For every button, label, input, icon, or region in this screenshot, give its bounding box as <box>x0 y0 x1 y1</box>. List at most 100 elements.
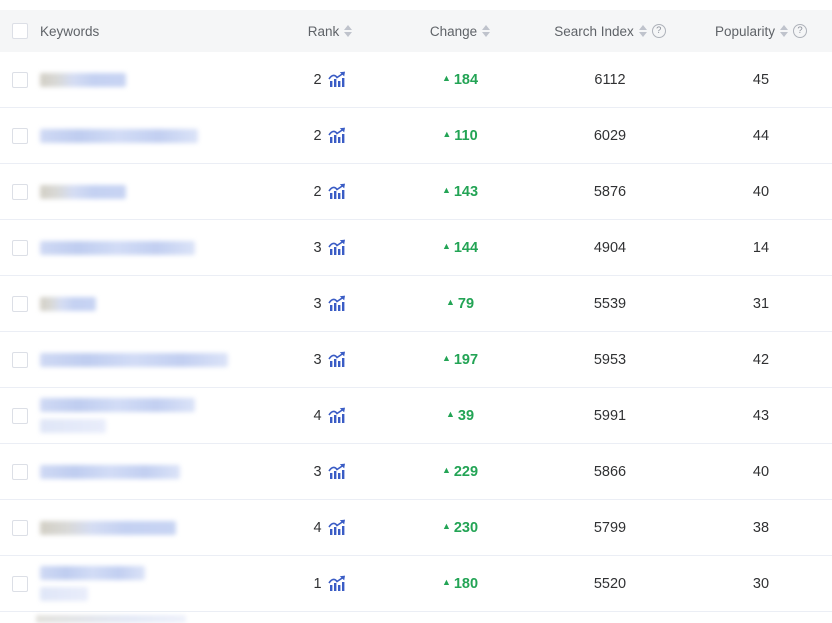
rank-value: 3 <box>313 240 321 256</box>
change-value: 143 <box>454 184 478 200</box>
keyword-redacted <box>40 465 180 479</box>
keywords-header-label: Keywords <box>40 24 99 39</box>
search-index-value: 4904 <box>594 240 626 256</box>
keyword-redacted <box>40 353 228 367</box>
change-up-arrow-icon: ▲ <box>442 578 451 587</box>
keyword-redacted-text <box>40 73 126 87</box>
change-up-arrow-icon: ▲ <box>442 242 451 251</box>
rank-header-label: Rank <box>308 24 340 39</box>
search-index-value: 5539 <box>594 296 626 312</box>
search-index-header-label: Search Index <box>554 24 634 39</box>
rank-value: 4 <box>313 520 321 536</box>
rank-value: 2 <box>313 128 321 144</box>
trend-chart-icon[interactable] <box>328 463 347 480</box>
keywords-table: Keywords Rank Change Search Index ? Popu… <box>0 0 832 623</box>
row-checkbox[interactable] <box>12 464 28 480</box>
change-value: 230 <box>454 520 478 536</box>
sort-icon[interactable] <box>639 25 647 37</box>
keyword-redacted-text <box>40 297 96 311</box>
sort-icon[interactable] <box>482 25 490 37</box>
table-row: 1 ▲ 180 5520 30 <box>0 556 832 612</box>
keyword-redacted-text <box>40 129 198 143</box>
popularity-value: 14 <box>753 240 769 256</box>
column-rank: Rank <box>270 24 390 39</box>
keyword-redacted <box>40 521 176 535</box>
table-row: 3 ▲ 197 5953 42 <box>0 332 832 388</box>
rank-value: 1 <box>313 576 321 592</box>
rank-value: 3 <box>313 464 321 480</box>
search-index-value: 5876 <box>594 184 626 200</box>
column-search-index: Search Index ? <box>530 24 690 39</box>
trend-chart-icon[interactable] <box>328 295 347 312</box>
change-value: 144 <box>454 240 478 256</box>
keyword-redacted <box>40 297 96 311</box>
row-checkbox[interactable] <box>12 352 28 368</box>
popularity-value: 43 <box>753 408 769 424</box>
keyword-redacted-text <box>40 587 88 601</box>
keyword-redacted <box>40 566 145 601</box>
change-value: 197 <box>454 352 478 368</box>
popularity-value: 38 <box>753 520 769 536</box>
row-checkbox[interactable] <box>12 240 28 256</box>
change-up-arrow-icon: ▲ <box>442 186 451 195</box>
search-index-value: 5991 <box>594 408 626 424</box>
search-index-value: 5799 <box>594 520 626 536</box>
table-row: 3 ▲ 79 5539 31 <box>0 276 832 332</box>
rank-value: 3 <box>313 296 321 312</box>
table-row: 3 ▲ 229 5866 40 <box>0 444 832 500</box>
trend-chart-icon[interactable] <box>328 407 347 424</box>
search-index-value: 6112 <box>594 72 625 88</box>
change-header-label: Change <box>430 24 477 39</box>
row-checkbox[interactable] <box>12 72 28 88</box>
row-checkbox[interactable] <box>12 128 28 144</box>
change-value: 180 <box>454 576 478 592</box>
row-checkbox[interactable] <box>12 576 28 592</box>
search-index-value: 5520 <box>594 576 626 592</box>
keyword-redacted <box>40 241 195 255</box>
column-change: Change <box>390 24 530 39</box>
keyword-redacted-text <box>40 353 228 367</box>
trend-chart-icon[interactable] <box>328 575 347 592</box>
sort-icon[interactable] <box>344 25 352 37</box>
select-all-checkbox[interactable] <box>12 23 28 39</box>
table-row: 2 ▲ 143 5876 40 <box>0 164 832 220</box>
change-value: 110 <box>454 128 477 144</box>
rank-value: 2 <box>313 184 321 200</box>
popularity-header-label: Popularity <box>715 24 775 39</box>
column-popularity: Popularity ? <box>690 24 832 39</box>
trend-chart-icon[interactable] <box>328 351 347 368</box>
change-up-arrow-icon: ▲ <box>442 466 451 475</box>
trend-chart-icon[interactable] <box>328 239 347 256</box>
help-icon[interactable]: ? <box>652 24 666 38</box>
rank-value: 3 <box>313 352 321 368</box>
keyword-redacted <box>40 185 126 199</box>
trend-chart-icon[interactable] <box>328 519 347 536</box>
keyword-redacted-text <box>40 465 180 479</box>
search-index-value: 5953 <box>594 352 626 368</box>
change-value: 184 <box>454 72 478 88</box>
table-row: 2 ▲ 110 6029 44 <box>0 108 832 164</box>
help-icon[interactable]: ? <box>793 24 807 38</box>
partial-next-row <box>36 615 186 623</box>
keyword-redacted-text <box>40 566 145 580</box>
keyword-redacted-text <box>40 521 176 535</box>
change-up-arrow-icon: ▲ <box>442 130 451 139</box>
change-up-arrow-icon: ▲ <box>446 298 455 307</box>
search-index-value: 5866 <box>594 464 626 480</box>
row-checkbox[interactable] <box>12 184 28 200</box>
popularity-value: 40 <box>753 184 769 200</box>
table-row: 2 ▲ 184 6112 45 <box>0 52 832 108</box>
row-checkbox[interactable] <box>12 520 28 536</box>
change-value: 229 <box>454 464 478 480</box>
sort-icon[interactable] <box>780 25 788 37</box>
table-body: 2 ▲ 184 6112 45 <box>0 52 832 612</box>
change-up-arrow-icon: ▲ <box>442 522 451 531</box>
trend-chart-icon[interactable] <box>328 127 347 144</box>
trend-chart-icon[interactable] <box>328 183 347 200</box>
trend-chart-icon[interactable] <box>328 71 347 88</box>
popularity-value: 31 <box>753 296 769 312</box>
table-row: 3 ▲ 144 4904 14 <box>0 220 832 276</box>
row-checkbox[interactable] <box>12 296 28 312</box>
row-checkbox[interactable] <box>12 408 28 424</box>
rank-value: 2 <box>313 72 321 88</box>
